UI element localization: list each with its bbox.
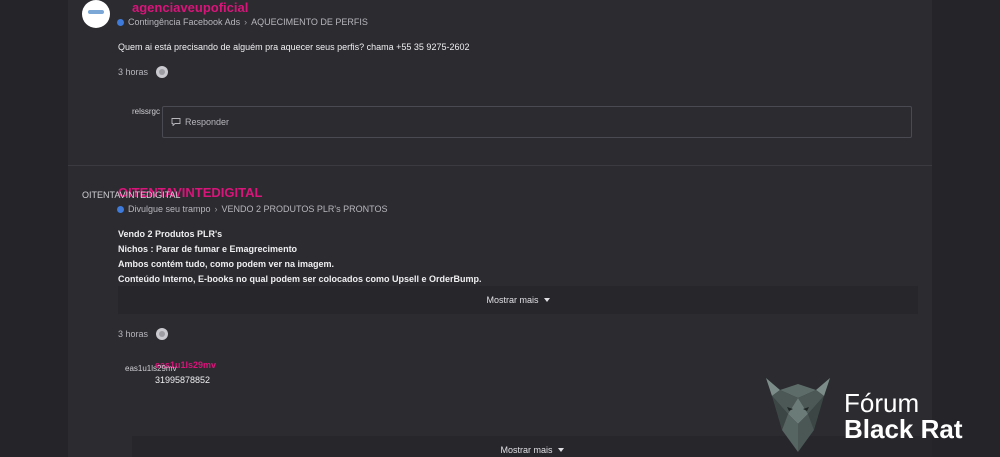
- chevron-right-icon: ›: [214, 204, 218, 214]
- post-body-line: Nichos : Parar de fumar e Emagrecimento: [118, 244, 298, 254]
- chevron-right-icon: ›: [244, 17, 248, 27]
- post-breadcrumb: Contingência Facebook Ads › AQUECIMENTO …: [117, 17, 368, 27]
- author-avatar[interactable]: [82, 0, 110, 28]
- brand-subtitle: Black Rat: [844, 414, 963, 444]
- caret-down-icon: [557, 448, 564, 452]
- post-body-line: Vendo 2 Produtos PLR's: [118, 229, 223, 239]
- breadcrumb-category[interactable]: Divulgue seu trampo: [128, 204, 211, 214]
- post-body: Vendo 2 Produtos PLR's Nichos : Parar de…: [118, 227, 482, 287]
- rat-logo-icon: [766, 378, 830, 452]
- show-more-button[interactable]: Mostrar mais: [118, 286, 918, 314]
- breadcrumb-subcategory[interactable]: VENDO 2 PRODUTOS PLR's PRONTOS: [222, 204, 388, 214]
- comment-text: 31995878852: [155, 375, 211, 385]
- show-more-label: Mostrar mais: [486, 295, 539, 305]
- reply-avatar: relssrgc: [132, 107, 161, 116]
- breadcrumb-category[interactable]: Contingência Facebook Ads: [128, 17, 240, 27]
- reply-placeholder: Responder: [185, 117, 230, 127]
- brand-watermark: Fórum Black Rat: [760, 372, 1000, 457]
- reaction-icon[interactable]: [156, 328, 169, 340]
- show-more-label: Mostrar mais: [500, 445, 553, 455]
- post-divider: [68, 165, 932, 166]
- post-author[interactable]: agenciaveupoficial: [132, 0, 248, 15]
- author-avatar[interactable]: OITENTAVINTEDIGITAL: [82, 190, 181, 200]
- post-body-line: Conteúdo Interno, E-books no qual podem …: [118, 274, 482, 284]
- reaction-icon[interactable]: [156, 66, 169, 78]
- post-time[interactable]: 3 horas: [118, 329, 148, 339]
- category-dot-icon: [117, 18, 124, 26]
- caret-down-icon: [543, 298, 550, 302]
- post-time[interactable]: 3 horas: [118, 67, 148, 77]
- speech-bubble-icon: [171, 117, 181, 128]
- reply-input[interactable]: Responder: [162, 106, 912, 138]
- post-body-line: Ambos contém tudo, como podem ver na ima…: [118, 259, 335, 269]
- post-meta: 3 horas: [118, 66, 169, 78]
- post-breadcrumb: Divulgue seu trampo › VENDO 2 PRODUTOS P…: [117, 204, 387, 214]
- category-dot-icon: [117, 205, 124, 213]
- comment-avatar[interactable]: eas1u1ls29mv: [125, 364, 177, 373]
- brand-title: Fórum: [844, 388, 920, 418]
- breadcrumb-subcategory[interactable]: AQUECIMENTO DE PERFIS: [251, 17, 368, 27]
- post-meta: 3 horas: [118, 328, 169, 340]
- post-body: Quem ai está precisando de alguém pra aq…: [118, 42, 470, 52]
